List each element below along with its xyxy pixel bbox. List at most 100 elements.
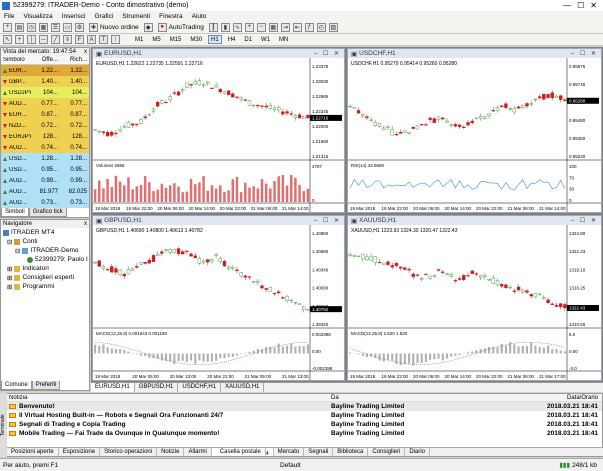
terminal-icon[interactable]: ▭ [63, 22, 72, 32]
table-row[interactable]: EUR... 1.22... 1.22... [1, 65, 89, 76]
table-row[interactable]: AUD... 81.977 82.025 [1, 186, 89, 197]
zoom-out-icon[interactable]: − [256, 22, 266, 32]
nav-indicatori[interactable]: ⊞ Indicatori [1, 264, 89, 273]
menu-grafici[interactable]: Grafici [94, 13, 113, 20]
tab-storico-operazioni[interactable]: Storico operazioni [100, 448, 158, 456]
menu-aiuto[interactable]: Aiuto [192, 13, 207, 20]
period-icon[interactable]: ◴ [316, 22, 326, 32]
tab-grafico-tick[interactable]: Grafico tick [28, 208, 67, 217]
chart-tab-xauusd[interactable]: XAUUSD,H1 [221, 383, 265, 392]
price-chart[interactable]: GBPUSD,H1 1.40690 1.40800 1.40613 1.4078… [93, 225, 344, 380]
vertical-line-icon[interactable]: │ [27, 35, 36, 44]
tab-esposizione[interactable]: Esposizione [59, 448, 101, 456]
col-da[interactable]: Da [331, 395, 541, 401]
indicators-icon[interactable]: ƒ [304, 22, 314, 32]
table-row[interactable]: Segnali di Trading e Copia Trading Baylin… [1, 420, 602, 429]
table-row[interactable]: EUR... 0.87... 0.87... [1, 109, 89, 120]
table-row[interactable]: AUD... 0.77... 0.77... [1, 98, 89, 109]
tab-biblioteca[interactable]: Biblioteca [333, 448, 369, 456]
chart-tab-gbpusd[interactable]: GBPUSD,H1 [135, 383, 179, 392]
templates-icon[interactable]: ▧ [328, 22, 338, 32]
minimize-button[interactable]: — [563, 1, 571, 10]
tab-simboli[interactable]: Simboli [1, 208, 29, 217]
table-row[interactable]: EURJPY 128... 128... [1, 131, 89, 142]
new-chart-icon[interactable]: + [3, 22, 12, 32]
autoscroll-icon[interactable]: ⇥ [280, 22, 290, 32]
menu-file[interactable]: File [4, 13, 14, 20]
new-order-button[interactable]: ✚ Nuovo ordine [87, 22, 141, 32]
table-row[interactable]: USD... 0.95... 0.95... [1, 164, 89, 175]
data-window-icon[interactable]: ▦ [39, 22, 48, 32]
nav-consiglieri[interactable]: ⊞ Consiglieri esperti [1, 273, 89, 282]
table-row[interactable]: Il Virtual Hosting Built-in — Robots e S… [1, 411, 602, 420]
tf-m5[interactable]: M5 [149, 35, 163, 44]
tab-allarmi[interactable]: Allarmi [184, 448, 212, 456]
equidistant-channel-icon[interactable]: ≡ [63, 35, 72, 44]
menu-inserisci[interactable]: Inserisci [62, 13, 86, 20]
tf-mn[interactable]: MN [276, 35, 291, 44]
price-chart[interactable]: USDCHF,H1 0.95279 0.95414 0.95260 0.9528… [348, 58, 601, 212]
market-watch-icon[interactable]: ◷ [27, 22, 36, 32]
tab-preferiti[interactable]: Preferiti [31, 381, 61, 390]
nav-programmi[interactable]: ⊞ Programmi [1, 282, 89, 291]
nav-server[interactable]: ⊟ ITRADER-Demo [1, 246, 89, 255]
col-notizia[interactable]: Notizia [1, 395, 331, 401]
metaeditor-icon[interactable]: ◆ [143, 22, 153, 32]
market-watch-close-button[interactable]: x [84, 49, 87, 55]
arrows-icon[interactable]: ↑ [111, 35, 120, 44]
table-row[interactable]: AUD... 0.99... 0.99... [1, 175, 89, 186]
crosshair-icon[interactable]: + [15, 35, 24, 44]
fibonacci-icon[interactable]: F [75, 35, 84, 44]
tile-windows-icon[interactable]: ▦ [268, 22, 278, 32]
chart-tab-usdchf[interactable]: USDCHF,H1 [178, 383, 222, 392]
chart-window-controls[interactable]: – ☐ ✕ [314, 217, 344, 224]
tab-notizie[interactable]: Notizie [157, 448, 185, 456]
tf-m30[interactable]: M30 [187, 35, 205, 44]
tf-h4[interactable]: H4 [225, 35, 239, 44]
maximize-button[interactable]: ☐ [577, 1, 584, 10]
navigator-icon[interactable]: ☰ [51, 22, 60, 32]
tab-casella-postale[interactable]: Casella postale 4 [211, 448, 274, 457]
candlestick-icon[interactable]: ▮ [220, 22, 230, 32]
tf-h1[interactable]: H1 [208, 35, 222, 44]
autotrading-button[interactable]: ● AutoTrading [156, 22, 206, 32]
navigator-close-button[interactable]: x [84, 221, 87, 227]
tf-m15[interactable]: M15 [167, 35, 185, 44]
tf-d1[interactable]: D1 [241, 35, 255, 44]
col-symbol[interactable]: Simbolo [1, 57, 31, 63]
close-window-button[interactable]: ✕ [590, 1, 597, 10]
table-row[interactable]: USDJPY 104... 104... [1, 87, 89, 98]
menu-visualizza[interactable]: Visualizza [23, 13, 52, 20]
col-ask[interactable]: Rich... [60, 57, 89, 63]
nav-conti[interactable]: ⊟ Conti [1, 237, 89, 246]
chart-window-controls[interactable]: – ☐ ✕ [314, 50, 344, 57]
col-data[interactable]: Data/Orario [541, 395, 602, 401]
tab-posizioni-aperte[interactable]: Posizioni aperte [7, 448, 59, 456]
cursor-icon[interactable]: ↖ [3, 35, 12, 44]
tf-w1[interactable]: W1 [258, 35, 273, 44]
nav-account[interactable]: 52399279: Paolo I [1, 255, 89, 264]
bar-chart-icon[interactable]: ┃ [208, 22, 218, 32]
line-chart-icon[interactable]: ∿ [232, 22, 242, 32]
zoom-in-icon[interactable]: + [244, 22, 254, 32]
tab-diario[interactable]: Diario [405, 448, 430, 456]
label-icon[interactable]: T [99, 35, 108, 44]
horizontal-line-icon[interactable]: ─ [39, 35, 48, 44]
tf-m1[interactable]: M1 [132, 35, 146, 44]
tab-comune[interactable]: Comune [1, 381, 32, 390]
strategy-tester-icon[interactable]: ⚙ [75, 22, 84, 32]
chart-window-controls[interactable]: – ☐ ✕ [571, 217, 601, 224]
price-chart[interactable]: XAUUSD,H1 1323.93 1324.30 1320.47 1322.4… [348, 225, 601, 380]
table-row[interactable]: AUD... 0.74... 0.74... [1, 142, 89, 153]
status-profile[interactable]: Default [280, 462, 530, 469]
text-icon[interactable]: A [87, 35, 96, 44]
profiles-icon[interactable]: ▤ [15, 22, 24, 32]
chart-tab-eurusd[interactable]: EURUSD,H1 [91, 383, 135, 392]
price-chart[interactable]: EURUSD,H1 1.22622 1.22735 1.22591 1.2271… [93, 58, 344, 212]
col-bid[interactable]: Offe... [31, 57, 60, 63]
tab-consiglieri[interactable]: Consiglieri [368, 448, 406, 456]
tab-segnali[interactable]: Segnali [304, 448, 334, 456]
table-row[interactable]: Mobile Trading — Fai Trade da Ovunque in… [1, 429, 602, 438]
table-row[interactable]: AUD... 0.73... 0.73... [1, 197, 89, 208]
menu-finestra[interactable]: Finestra [159, 13, 182, 20]
